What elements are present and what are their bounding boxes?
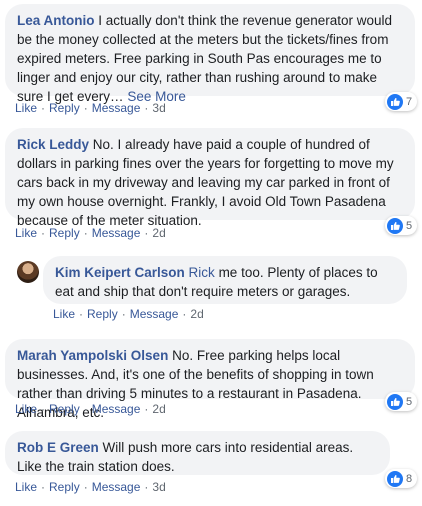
comment-author[interactable]: Marah Yampolski Olsen: [17, 348, 168, 363]
comment-author[interactable]: Rob E Green: [17, 440, 99, 455]
reply-link[interactable]: Reply: [49, 101, 80, 115]
comment-actions: Like · Reply · Message · 2d: [15, 402, 166, 416]
comment-bubble: Rob E Green Will push more cars into res…: [5, 431, 390, 475]
avatar[interactable]: [17, 261, 39, 283]
reply-link[interactable]: Reply: [49, 480, 80, 494]
reaction-count-badge[interactable]: 7: [385, 92, 418, 111]
timestamp[interactable]: 2d: [190, 307, 203, 321]
reply-link[interactable]: Reply: [49, 226, 80, 240]
comment-author[interactable]: Rick Leddy: [17, 137, 89, 152]
like-link[interactable]: Like: [53, 307, 75, 321]
like-link[interactable]: Like: [15, 402, 37, 416]
comment-bubble: Rick Leddy No. I already have paid a cou…: [5, 128, 415, 228]
like-link[interactable]: Like: [15, 480, 37, 494]
comment-actions: Like · Reply · Message · 3d: [15, 101, 166, 115]
reaction-count-badge[interactable]: 5: [385, 216, 418, 235]
reaction-count: 5: [406, 219, 413, 232]
timestamp[interactable]: 2d: [152, 402, 165, 416]
mention-link[interactable]: Rick: [189, 265, 215, 280]
message-link[interactable]: Message: [130, 307, 179, 321]
comment-actions: Like · Reply · Message · 2d: [15, 226, 166, 240]
reaction-count-badge[interactable]: 8: [385, 469, 418, 488]
timestamp[interactable]: 2d: [152, 226, 165, 240]
reaction-count: 8: [406, 472, 413, 485]
thumbs-up-icon: [387, 93, 403, 110]
like-link[interactable]: Like: [15, 226, 37, 240]
like-link[interactable]: Like: [15, 101, 37, 115]
reply-link[interactable]: Reply: [87, 307, 118, 321]
timestamp[interactable]: 3d: [152, 101, 165, 115]
thumbs-up-icon: [387, 393, 403, 410]
reply-link[interactable]: Reply: [49, 402, 80, 416]
comment-bubble: Lea Antonio I actually don't think the r…: [5, 4, 415, 104]
comment-author[interactable]: Lea Antonio: [17, 13, 95, 28]
message-link[interactable]: Message: [92, 402, 141, 416]
message-link[interactable]: Message: [92, 226, 141, 240]
reaction-count: 5: [406, 395, 413, 408]
message-link[interactable]: Message: [92, 480, 141, 494]
thumbs-up-icon: [387, 217, 403, 234]
comment-actions: Like · Reply · Message · 2d: [53, 307, 204, 321]
timestamp[interactable]: 3d: [152, 480, 165, 494]
comment-bubble: Marah Yampolski Olsen No. Free parking h…: [5, 339, 415, 420]
reaction-count-badge[interactable]: 5: [385, 392, 418, 411]
reaction-count: 7: [406, 95, 413, 108]
comment-author[interactable]: Kim Keipert Carlson: [55, 265, 185, 280]
thumbs-up-icon: [387, 470, 403, 487]
message-link[interactable]: Message: [92, 101, 141, 115]
comment-bubble: Kim Keipert Carlson Rick me too. Plenty …: [43, 256, 407, 304]
comment-actions: Like · Reply · Message · 3d: [15, 480, 166, 494]
